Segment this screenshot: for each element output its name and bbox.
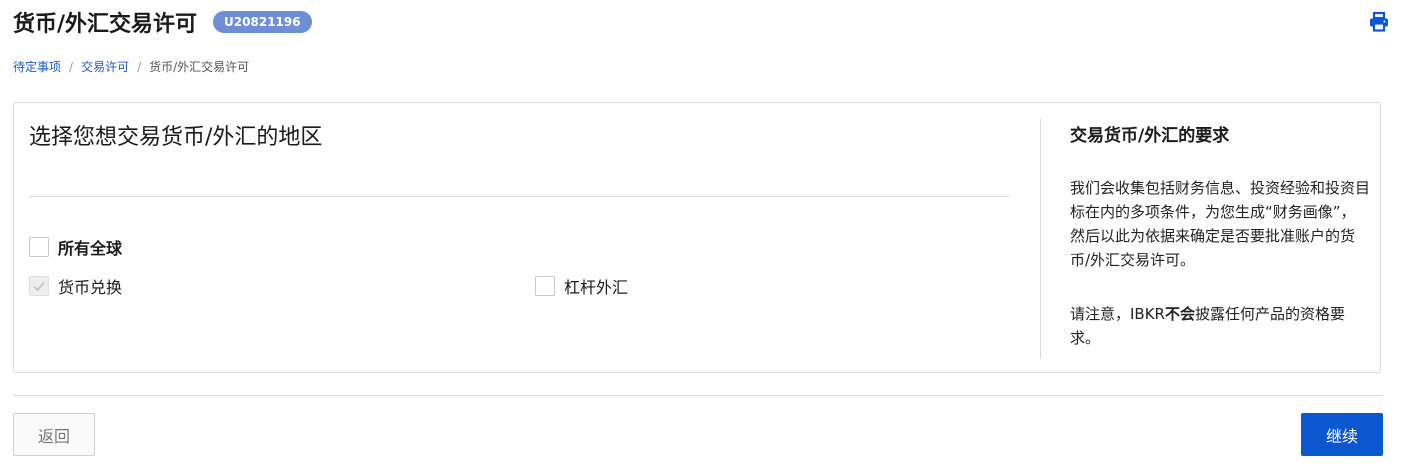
check-icon (33, 281, 45, 292)
footer-divider (13, 395, 1383, 396)
back-button[interactable]: 返回 (13, 413, 95, 456)
disclosure-prefix: 请注意，IBKR (1070, 305, 1165, 323)
checkbox-leveraged-fx[interactable]: 杠杆外汇 (535, 274, 628, 298)
checkbox-all-global[interactable]: 所有全球 (29, 235, 122, 259)
checkbox-label: 杠杆外汇 (564, 278, 629, 297)
breadcrumb-separator: / (137, 59, 142, 74)
account-badge: U20821196 (213, 11, 312, 33)
disclosure-paragraph: 请注意，IBKR不会披露任何产品的资格要求。 (1070, 302, 1370, 350)
breadcrumb-current: 货币/外汇交易许可 (149, 60, 250, 74)
checkbox-box[interactable] (535, 276, 555, 296)
checkbox-currency-exchange[interactable]: 货币兑换 (29, 274, 122, 298)
breadcrumb-trading-permissions[interactable]: 交易许可 (81, 58, 129, 75)
checkbox-label: 货币兑换 (58, 278, 123, 297)
requirements-title: 交易货币/外汇的要求 (1070, 126, 1230, 146)
region-heading: 选择您想交易货币/外汇的地区 (29, 125, 323, 150)
page-title: 货币/外汇交易许可 (13, 12, 198, 37)
breadcrumb-separator: / (69, 59, 74, 74)
continue-button[interactable]: 继续 (1301, 413, 1383, 456)
sidebar-divider (1040, 119, 1041, 359)
heading-divider (29, 196, 1009, 197)
permission-card: 选择您想交易货币/外汇的地区 所有全球 货币兑换 杠杆外汇 交易货币/外汇的要求… (13, 102, 1381, 373)
checkbox-box[interactable] (29, 237, 49, 257)
breadcrumb: 待定事项 / 交易许可 / 货币/外汇交易许可 (13, 58, 249, 75)
breadcrumb-pending-items[interactable]: 待定事项 (13, 58, 61, 75)
disclosure-emphasis: 不会 (1164, 305, 1195, 323)
checkbox-label: 所有全球 (58, 239, 123, 258)
checkbox-box (29, 276, 49, 296)
requirements-paragraph: 我们会收集包括财务信息、投资经验和投资目标在内的多项条件，为您生成“财务画像”，… (1070, 179, 1371, 269)
print-icon[interactable] (1368, 11, 1390, 33)
page-header: 货币/外汇交易许可 U20821196 (13, 5, 1390, 39)
